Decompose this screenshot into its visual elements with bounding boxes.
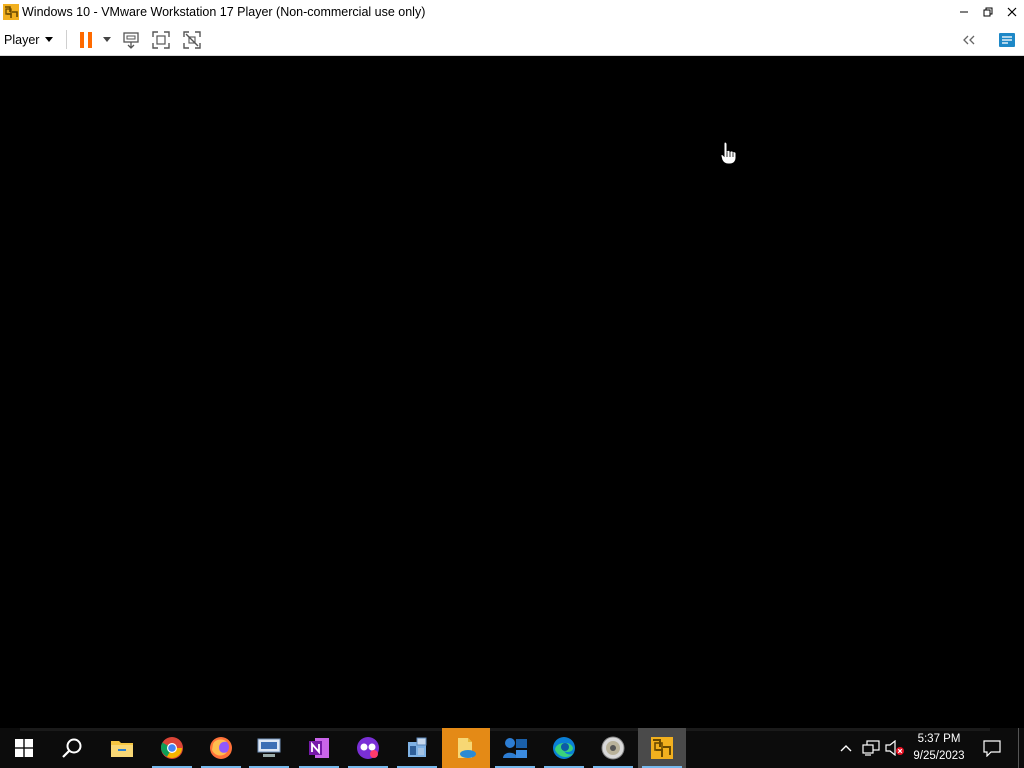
clock[interactable]: 5:37 PM 9/25/2023 [906,731,972,767]
clock-time: 5:37 PM [917,733,961,745]
taskbar-app-user[interactable] [491,728,539,768]
network-tray-button[interactable] [860,728,882,768]
taskbar-app-vmware[interactable] [638,728,686,768]
volume-tray-button[interactable] [884,728,906,768]
restore-icon [983,7,993,17]
windows-logo-icon [15,739,33,757]
restore-button[interactable] [976,0,1000,24]
power-dropdown-button[interactable] [100,24,114,55]
pause-button[interactable] [76,24,96,55]
pause-icon [80,31,92,48]
caret-down-icon [103,37,111,42]
folder-icon [111,741,133,757]
notes-app-icon [458,738,476,758]
taskbar-app-network[interactable] [245,728,293,768]
player-menu-button[interactable]: Player [4,24,54,55]
unity-icon [183,30,201,49]
show-desktop-button[interactable] [1018,728,1024,768]
start-button[interactable] [0,728,48,768]
onenote-icon [309,738,329,758]
taskbar-app-edge[interactable] [540,728,588,768]
user-icon [503,738,527,758]
search-button[interactable] [48,728,96,768]
player-menu-label: Player [4,32,40,47]
notes-icon [999,32,1015,47]
unity-button[interactable] [181,24,203,55]
disc-icon [601,736,625,760]
chrome-icon [160,737,183,759]
action-center-button[interactable] [980,728,1004,768]
title-bar[interactable]: Windows 10 - VMware Workstation 17 Playe… [0,0,1024,24]
taskbar-app-onenote[interactable] [295,728,343,768]
vmware-app-icon [3,4,19,20]
minimize-button[interactable] [952,0,976,24]
clock-date: 9/25/2023 [913,750,965,762]
send-ctrl-alt-del-icon [123,31,139,49]
firefox-icon [210,737,232,759]
chevron-up-icon [840,745,852,752]
notes-button[interactable] [996,24,1018,55]
vm-toolbar: Player [0,24,1024,56]
send-ctrl-alt-del-button[interactable] [120,24,142,55]
toolbar-divider [66,30,67,49]
registry-icon [408,737,427,757]
edge-icon [553,737,575,759]
notification-icon [983,739,1001,757]
taskbar-app-media[interactable] [344,728,392,768]
full-screen-icon [152,30,170,49]
hand-cursor-icon [720,141,737,165]
collapse-toolbar-button[interactable] [958,24,980,55]
taskbar-app-chrome[interactable] [148,728,196,768]
collapse-toolbar-icon [963,35,975,44]
show-hidden-icons-button[interactable] [836,728,856,768]
volume-muted-icon [885,740,904,756]
caret-down-icon [45,37,54,42]
close-icon [1007,7,1017,17]
taskbar: 5:37 PM 9/25/2023 [0,728,1024,768]
taskbar-app-notes[interactable] [442,728,490,768]
network-icon [862,740,880,756]
window-title: Windows 10 - VMware Workstation 17 Playe… [22,5,426,19]
window-controls [952,0,1024,24]
search-icon [62,738,82,758]
vm-display[interactable] [0,56,1024,728]
taskbar-app-file-explorer[interactable] [98,728,146,768]
taskbar-app-firefox[interactable] [197,728,245,768]
taskbar-app-disc[interactable] [589,728,637,768]
vmware-icon [651,737,673,759]
network-icon [257,738,281,757]
full-screen-button[interactable] [150,24,172,55]
taskbar-app-registry[interactable] [393,728,441,768]
minimize-icon [960,11,968,13]
close-button[interactable] [1000,0,1024,24]
media-icon [357,737,379,759]
